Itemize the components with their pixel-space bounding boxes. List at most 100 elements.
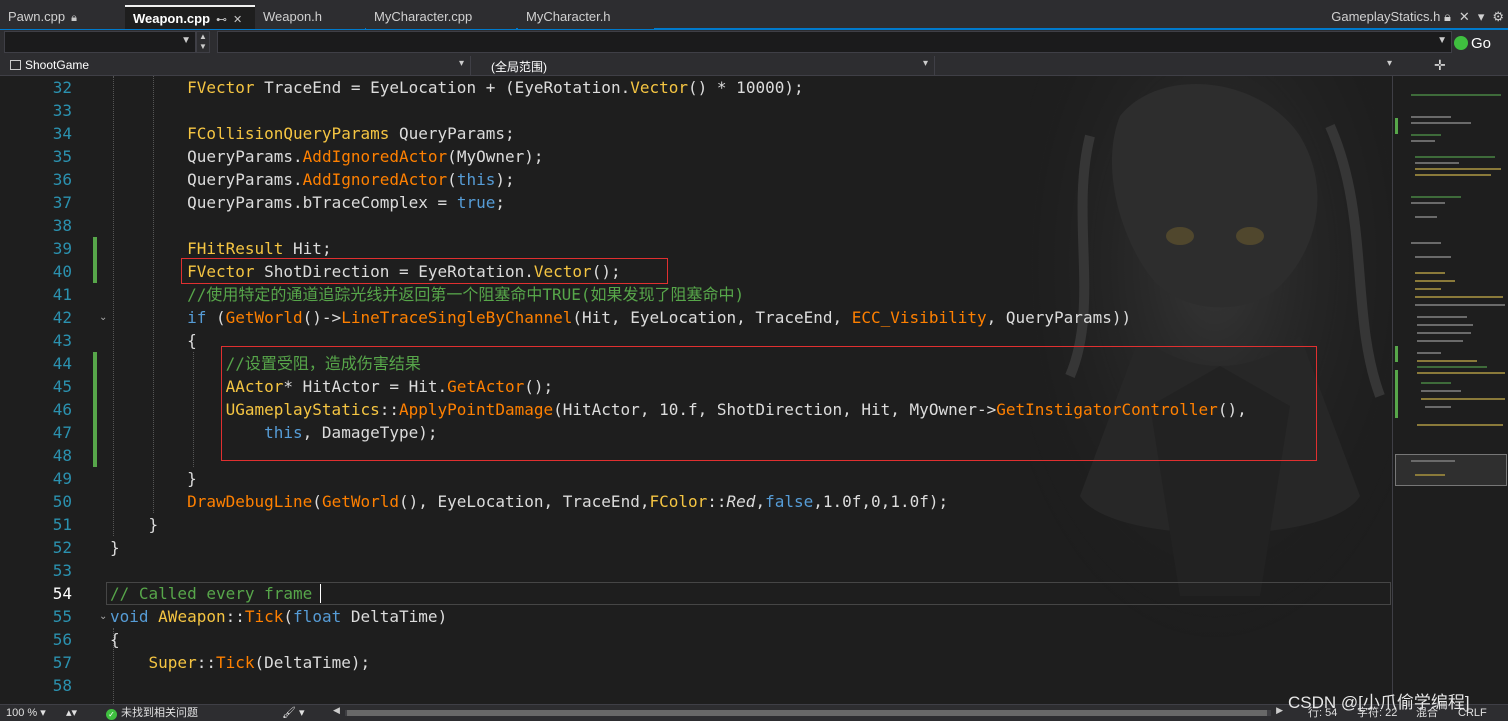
line-number: 32 <box>52 78 72 97</box>
scope-dropdown[interactable]: (全局范围) ▾ <box>470 56 932 75</box>
minimap-line <box>1415 288 1441 290</box>
csdn-watermark: CSDN @[小爪偷学编程] <box>1288 693 1470 712</box>
scroll-right-icon[interactable]: ▶ <box>1276 705 1283 716</box>
minimap-line <box>1415 280 1455 282</box>
code-line: FHitResult Hit; <box>187 239 332 258</box>
code-line: { <box>110 630 120 649</box>
minimap-line <box>1417 340 1463 342</box>
document-tab-bar: Pawn.cpp 🔒︎ Weapon.cpp ⊷ ✕ Weapon.h MyChara… <box>0 0 1508 30</box>
code-line: DrawDebugLine(GetWorld(), EyeLocation, T… <box>187 492 949 511</box>
zoom-dropdown[interactable]: 100 % ▾ <box>6 706 46 721</box>
code-line: //使用特定的通道追踪光线并返回第一个阻塞命中TRUE(如果发现了阻塞命中) <box>187 285 745 304</box>
line-number: 46 <box>52 400 72 419</box>
issues-indicator[interactable]: ✓ 未找到相关问题 <box>106 706 198 721</box>
minimap-line <box>1411 460 1455 462</box>
dropdown-chevron-icon[interactable]: ▾ <box>1478 9 1485 25</box>
minimap-line <box>1417 352 1441 354</box>
pin-icon[interactable]: ⊷ <box>216 14 227 26</box>
code-line: FCollisionQueryParams QueryParams; <box>187 124 515 143</box>
line-number: 51 <box>52 515 72 534</box>
zoom-label: 100 % <box>6 707 38 719</box>
minimap-line <box>1411 122 1471 124</box>
tab-pawn-cpp[interactable]: Pawn.cpp 🔒︎ <box>0 5 125 29</box>
minimap-line <box>1417 360 1477 362</box>
line-number: 47 <box>52 423 72 442</box>
issues-label: 未找到相关问题 <box>121 707 198 719</box>
minimap-line <box>1425 406 1451 408</box>
left-combo[interactable]: ▼ <box>4 31 196 53</box>
tab-gameplaystatics-h[interactable]: GameplayStatics.h 🔒︎ <box>1331 9 1451 25</box>
minimap-line <box>1417 324 1473 326</box>
minimap-line <box>1421 382 1451 384</box>
fold-collapse-icon[interactable]: ⌄ <box>99 306 107 329</box>
tab-label: MyCharacter.cpp <box>374 9 473 24</box>
code-line: } <box>110 469 197 488</box>
navigation-bar: ShootGame ▾ (全局范围) ▾ ▾ ✛ <box>0 56 1508 76</box>
chevron-down-icon: ▼ <box>181 35 191 46</box>
go-label: Go <box>1471 34 1492 52</box>
annotation-box-apply-damage <box>221 346 1317 461</box>
line-number: 55 <box>52 607 72 626</box>
minimap-line <box>1411 94 1501 96</box>
minimap-viewport[interactable] <box>1395 454 1507 486</box>
line-number: 45 <box>52 377 72 396</box>
line-number: 40 <box>52 262 72 281</box>
tab-weapon-cpp[interactable]: Weapon.cpp ⊷ ✕ <box>125 5 255 29</box>
minimap-line <box>1415 168 1501 170</box>
split-window-icon[interactable]: ✛ <box>1434 57 1446 74</box>
line-number: 49 <box>52 469 72 488</box>
minimap-line <box>1415 174 1491 176</box>
chevron-down-icon: ▾ <box>1386 58 1392 69</box>
change-marker <box>1395 346 1398 362</box>
line-number: 57 <box>52 653 72 672</box>
line-number: 43 <box>52 331 72 350</box>
address-combo[interactable]: ▼ <box>217 31 1452 53</box>
change-marker <box>93 237 97 283</box>
minimap-line <box>1417 372 1505 374</box>
line-number: 58 <box>52 676 72 695</box>
chevron-down-icon: ▾ <box>922 58 928 69</box>
minimap-line <box>1415 304 1505 306</box>
status-bar: 100 % ▾ ▴▾ ✓ 未找到相关问题 🖌︎ ▾ ◀ ▶ 行: 54 字符: 2… <box>0 704 1508 721</box>
tab-mycharacter-cpp[interactable]: MyCharacter.cpp <box>366 5 516 29</box>
minimap-line <box>1411 242 1441 244</box>
code-line: } <box>110 515 159 534</box>
minimap-line <box>1411 196 1461 198</box>
gear-icon[interactable]: ⚙ <box>1492 9 1504 25</box>
brush-icon[interactable]: 🖌︎ ▾ <box>282 706 305 721</box>
go-button[interactable]: Go <box>1454 32 1506 54</box>
chevron-down-icon: ▼ <box>1437 35 1447 46</box>
code-line: void AWeapon::Tick(float DeltaTime) <box>110 607 448 626</box>
scroll-left-icon[interactable]: ◀ <box>333 705 340 716</box>
lock-icon: 🔒︎ <box>1443 9 1451 24</box>
horizontal-scrollbar[interactable]: ◀ ▶ <box>333 705 1283 717</box>
line-number: 48 <box>52 446 72 465</box>
line-number: 52 <box>52 538 72 557</box>
code-editor[interactable]: 32 33 34 35 36 37 38 39 40 41 42 43 44 4… <box>0 76 1392 704</box>
member-dropdown[interactable]: ▾ <box>934 56 1396 75</box>
tab-mycharacter-h[interactable]: MyCharacter.h <box>518 5 654 29</box>
tab-label: Pawn.cpp <box>8 9 66 24</box>
line-number: 34 <box>52 124 72 143</box>
minimap-line <box>1417 424 1503 426</box>
line-number: 42 <box>52 308 72 327</box>
code-minimap[interactable] <box>1392 76 1508 704</box>
fold-collapse-icon[interactable]: ⌄ <box>99 605 107 628</box>
annotation-box-shot-direction <box>181 258 668 284</box>
minimap-line <box>1421 398 1505 400</box>
spin-buttons[interactable]: ▲ ▼ <box>196 31 210 53</box>
tab-label: Weapon.h <box>263 9 323 24</box>
close-icon[interactable]: ✕ <box>1459 9 1470 25</box>
check-circle-icon: ✓ <box>106 709 117 720</box>
change-marker <box>93 352 97 467</box>
project-dropdown[interactable]: ShootGame ▾ <box>4 56 468 75</box>
lock-icon: 🔒︎ <box>71 12 77 24</box>
line-number: 36 <box>52 170 72 189</box>
minimap-line <box>1411 202 1445 204</box>
tab-weapon-h[interactable]: Weapon.h <box>255 5 365 29</box>
project-icon <box>10 60 21 70</box>
line-number: 50 <box>52 492 72 511</box>
zoom-spin-icon[interactable]: ▴▾ <box>66 706 77 721</box>
scrollbar-thumb[interactable] <box>347 710 1267 716</box>
close-icon[interactable]: ✕ <box>233 14 242 26</box>
